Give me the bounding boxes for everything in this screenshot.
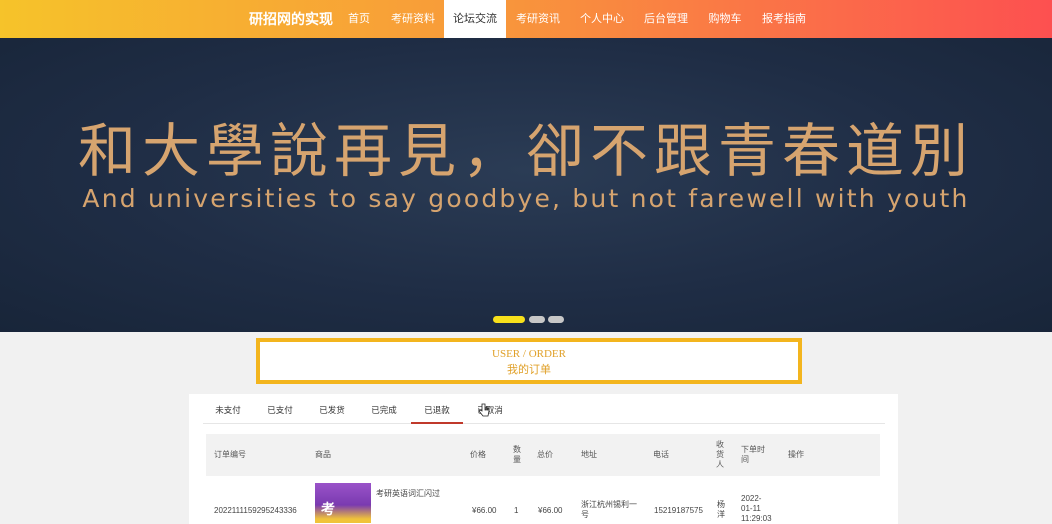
nav-item-admin[interactable]: 后台管理 xyxy=(634,0,698,38)
orders-panel: 未支付 已支付 已发货 已完成 已退款 已取消 订单编号 商品 价格 数量 总价… xyxy=(189,394,898,524)
top-navbar: 研招网的实现 首页 考研资料 论坛交流 考研资讯 个人中心 后台管理 购物车 报… xyxy=(0,0,1052,38)
orders-table-header: 订单编号 商品 价格 数量 总价 地址 电话 收货人 下单时间 操作 xyxy=(206,434,880,476)
col-order-no: 订单编号 xyxy=(214,450,246,459)
tab-shipped[interactable]: 已发货 xyxy=(313,394,351,422)
product-thumbnail[interactable]: 考 xyxy=(315,483,371,523)
tab-unpaid[interactable]: 未支付 xyxy=(209,394,247,422)
nav-item-forum[interactable]: 论坛交流 xyxy=(444,0,506,38)
carousel-indicators xyxy=(0,316,1052,326)
carousel-dot-3[interactable] xyxy=(548,316,564,323)
nav-item-profile[interactable]: 个人中心 xyxy=(570,0,634,38)
tab-completed[interactable]: 已完成 xyxy=(365,394,403,422)
tab-paid[interactable]: 已支付 xyxy=(261,394,299,422)
order-no-cell: 20221111592952433​36 xyxy=(214,506,297,515)
col-actions: 操作 xyxy=(788,450,804,459)
col-qty: 数量 xyxy=(513,445,521,464)
hand-cursor-icon xyxy=(478,403,490,417)
product-name-cell[interactable]: 考研英语词汇闪过 xyxy=(376,489,456,499)
order-header-en: USER / ORDER xyxy=(492,348,566,360)
phone-cell: 15219187575 xyxy=(654,506,703,515)
carousel-dot-1[interactable] xyxy=(493,316,525,323)
qty-cell: 1 xyxy=(514,506,519,515)
col-price: 价格 xyxy=(470,450,486,459)
tab-cancelled[interactable]: 已取消 xyxy=(471,394,509,422)
receiver-cell: 杨洋 xyxy=(717,500,725,519)
hero-banner[interactable]: 和大學說再見，卻不跟青春道別 And universities to say g… xyxy=(0,38,1052,332)
col-phone: 电话 xyxy=(653,450,669,459)
col-address: 地址 xyxy=(581,450,597,459)
nav-item-home[interactable]: 首页 xyxy=(336,0,382,38)
nav-item-cart[interactable]: 购物车 xyxy=(698,0,752,38)
col-product: 商品 xyxy=(315,450,331,459)
price-cell: ¥66.00 xyxy=(472,506,497,515)
address-cell: 浙江杭州锡利一号 xyxy=(581,500,637,519)
banner-title-cn: 和大學說再見，卻不跟青春道別 xyxy=(77,117,974,185)
carousel-dot-2[interactable] xyxy=(529,316,545,323)
tab-refunded[interactable]: 已退款 xyxy=(411,394,463,424)
banner-title-en: And universities to say goodbye, but not… xyxy=(82,184,970,213)
nav-item-guide[interactable]: 报考指南 xyxy=(752,0,816,38)
col-receiver: 收货人 xyxy=(716,440,724,469)
site-brand[interactable]: 研招网的实现 xyxy=(249,0,333,38)
order-header-cn: 我的订单 xyxy=(507,364,551,376)
order-section-header: USER / ORDER 我的订单 xyxy=(256,338,802,384)
order-status-tabs: 未支付 已支付 已发货 已完成 已退款 已取消 xyxy=(203,394,885,424)
nav-item-materials[interactable]: 考研资料 xyxy=(382,0,444,38)
order-time-cell: 2022-01-11 11:29:03 xyxy=(741,494,772,523)
col-total: 总价 xyxy=(537,450,553,459)
nav-item-news[interactable]: 考研资讯 xyxy=(506,0,570,38)
total-cell: ¥66.00 xyxy=(538,506,563,515)
col-order-time: 下单时间 xyxy=(741,445,765,464)
